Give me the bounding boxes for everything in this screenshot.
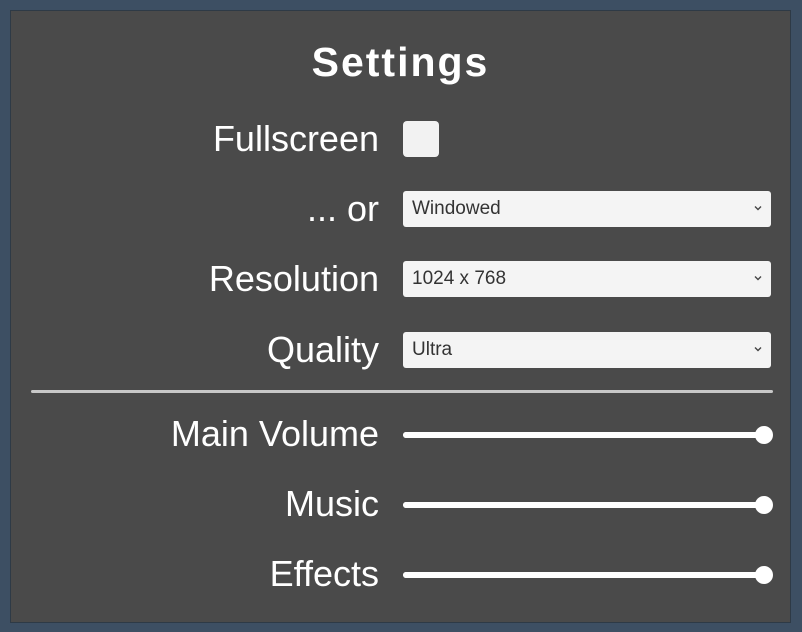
slider-fill <box>403 502 764 508</box>
slider-handle[interactable] <box>755 566 773 584</box>
window-mode-label: ... or <box>306 188 379 229</box>
chevron-down-icon <box>754 206 762 211</box>
chevron-down-icon <box>754 347 762 352</box>
quality-value: Ultra <box>412 339 453 360</box>
main-volume-label: Main Volume <box>170 413 379 454</box>
quality-label: Quality <box>266 329 379 370</box>
main-volume-slider[interactable] <box>403 425 773 445</box>
effects-slider[interactable] <box>403 565 773 585</box>
resolution-dropdown[interactable]: 1024 x 768 <box>403 261 771 297</box>
slider-fill <box>403 572 764 578</box>
effects-label: Effects <box>269 553 379 594</box>
slider-fill <box>403 432 764 438</box>
settings-panel: Settings Fullscreen ... or Windowed Reso… <box>10 10 791 623</box>
chevron-down-icon <box>754 276 762 281</box>
quality-dropdown[interactable]: Ultra <box>403 332 771 368</box>
window-mode-dropdown[interactable]: Windowed <box>403 191 771 227</box>
music-label: Music <box>284 483 379 524</box>
fullscreen-checkbox[interactable] <box>403 121 439 157</box>
music-slider[interactable] <box>403 495 773 515</box>
window-mode-value: Windowed <box>412 198 501 219</box>
fullscreen-label: Fullscreen <box>212 118 379 159</box>
section-divider <box>31 390 773 393</box>
resolution-value: 1024 x 768 <box>412 268 507 289</box>
page-title: Settings <box>311 39 490 85</box>
resolution-label: Resolution <box>208 258 379 299</box>
slider-handle[interactable] <box>755 426 773 444</box>
slider-handle[interactable] <box>755 496 773 514</box>
